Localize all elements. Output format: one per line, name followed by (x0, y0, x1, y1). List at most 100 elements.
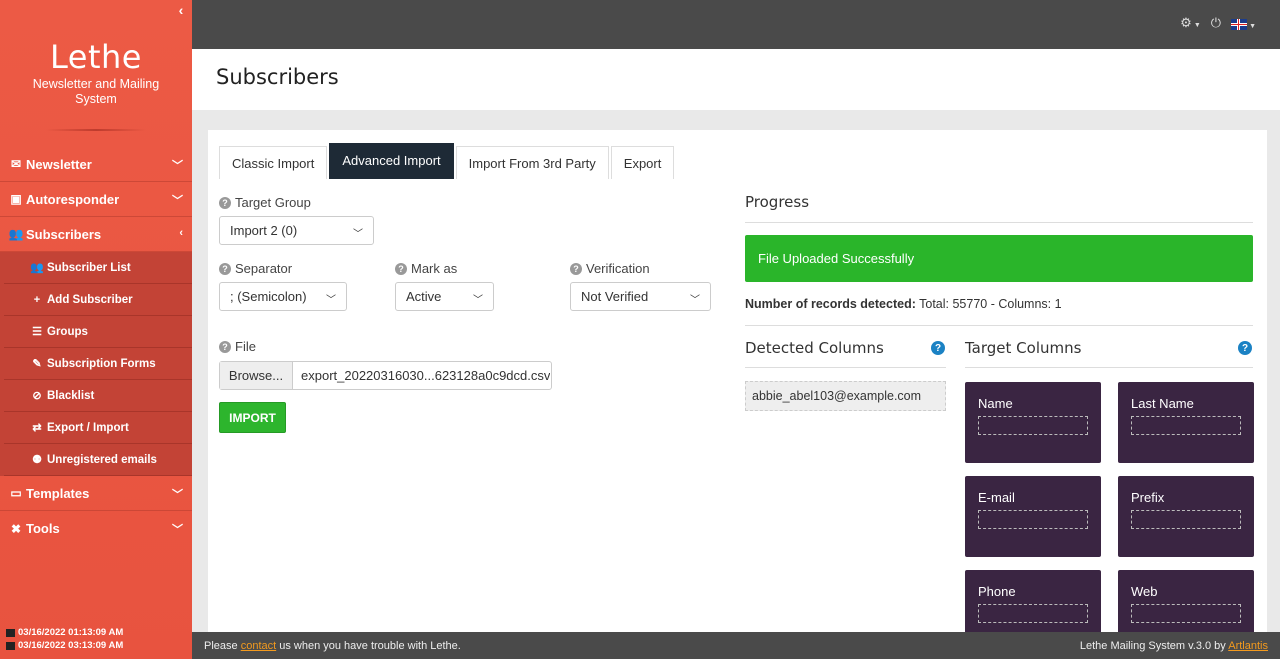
nav-item-label: Templates (26, 485, 90, 501)
records-value: Total: 55770 - Columns: 1 (919, 297, 1062, 311)
subnav-item-label: Blacklist (47, 389, 95, 402)
brand-subtitle: Newsletter and Mailing System (32, 77, 160, 106)
label-text: Target Group (235, 195, 311, 210)
brand-title: Lethe (50, 38, 142, 76)
target-column-label: Phone (978, 584, 1016, 599)
tab-import-3rd-party[interactable]: Import From 3rd Party (455, 146, 609, 179)
help-icon[interactable]: ? (570, 262, 582, 275)
separator-label: ? Separator (219, 261, 292, 276)
subnav-item-label: Subscription Forms (47, 357, 156, 370)
uk-flag-icon (1231, 18, 1248, 30)
brand-divider (46, 129, 146, 131)
chevron-down-icon: ﹀ (690, 295, 700, 306)
help-icon[interactable]: ? (931, 341, 945, 355)
drop-zone[interactable] (1131, 510, 1241, 529)
drop-zone[interactable] (1131, 416, 1241, 435)
target-group-label: ? Target Group (219, 195, 311, 210)
nav-item-newsletter[interactable]: ✉ Newsletter ﹀ (0, 147, 192, 182)
nav-item-subscribers[interactable]: 👥 Subscribers ‹ (0, 217, 192, 252)
select-value: Import 2 (0) (230, 223, 298, 238)
target-group-select[interactable]: Import 2 (0) ﹀ (219, 216, 374, 245)
detected-columns-title: Detected Columns (745, 339, 884, 357)
chevron-down-icon: ﹀ (326, 295, 336, 306)
envelope-icon (6, 641, 15, 650)
help-icon[interactable]: ? (219, 262, 231, 275)
nav-item-tools[interactable]: ✖ Tools ﹀ (0, 511, 192, 546)
subnav-item-subscription-forms[interactable]: ✎ Subscription Forms (4, 348, 192, 380)
label-text: Mark as (411, 261, 458, 276)
subscribers-subnav: 👥 Subscriber List + Add Subscriber ☰ Gro… (0, 252, 192, 476)
plus-icon: + (33, 293, 41, 306)
subnav-item-groups[interactable]: ☰ Groups (4, 316, 192, 348)
mark-as-select[interactable]: Active ﹀ (395, 282, 494, 311)
verification-select[interactable]: Not Verified ﹀ (570, 282, 711, 311)
chevron-down-icon: ﹀ (172, 524, 183, 536)
target-column-web: Web (1118, 570, 1254, 640)
server-time-row: 03/16/2022 01:13:09 AM (6, 626, 123, 639)
tab-classic-import[interactable]: Classic Import (219, 146, 328, 179)
label-text: Separator (235, 261, 293, 276)
detected-column-item[interactable]: abbie_abel103@example.com (745, 381, 946, 411)
drop-zone[interactable] (978, 416, 1088, 435)
subnav-item-blacklist[interactable]: ⊘ Blacklist (4, 380, 192, 412)
exchange-icon: ⇄ (32, 422, 42, 434)
brand: Lethe Newsletter and Mailing System (0, 0, 192, 131)
power-icon[interactable]: ⏻ (1211, 15, 1221, 31)
chevron-down-icon: ﹀ (172, 489, 183, 501)
robot-icon: ▣ (10, 192, 22, 206)
nav-item-label: Tools (26, 521, 60, 536)
subnav-item-export-import[interactable]: ⇄ Export / Import (4, 412, 192, 444)
subnav-item-label: Groups (47, 325, 88, 338)
help-icon[interactable]: ? (395, 262, 407, 275)
artlantis-link[interactable]: Artlantis (1228, 640, 1268, 652)
help-icon[interactable]: ? (219, 196, 231, 209)
language-menu[interactable]: ▼ (1231, 16, 1256, 31)
chevron-left-icon: ‹ (179, 227, 183, 239)
footer-right: Lethe Mailing System v.3.0 by Artlantis (1080, 640, 1268, 652)
target-column-label: Name (978, 396, 1013, 411)
caret-down-icon: ▼ (1193, 22, 1201, 29)
tab-advanced-import[interactable]: Advanced Import (329, 143, 454, 179)
target-columns-title: Target Columns (965, 339, 1082, 357)
user-slash-icon: ⚉ (32, 454, 42, 466)
file-input[interactable]: Browse... export_20220316030...623128a0c… (219, 361, 552, 390)
import-button[interactable]: IMPORT (219, 402, 286, 433)
gear-icon: ⚙ (1180, 15, 1192, 30)
users-icon: 👥 (30, 262, 44, 274)
browse-button[interactable]: Browse... (220, 362, 293, 389)
footer-text: us when you have trouble with Lethe. (279, 639, 461, 652)
file-name: export_20220316030...623128a0c9dcd.csv (301, 368, 551, 383)
contact-link[interactable]: contact (241, 640, 276, 652)
target-column-phone: Phone (965, 570, 1101, 640)
drop-zone[interactable] (978, 604, 1088, 623)
target-column-prefix: Prefix (1118, 476, 1254, 557)
users-icon: 👥 (8, 227, 24, 241)
nav-item-autoresponder[interactable]: ▣ Autoresponder ﹀ (0, 182, 192, 217)
subnav-item-add-subscriber[interactable]: + Add Subscriber (4, 284, 192, 316)
tab-export[interactable]: Export (610, 146, 675, 179)
drop-zone[interactable] (978, 510, 1088, 529)
help-icon[interactable]: ? (1238, 341, 1252, 355)
separator-select[interactable]: ; (Semicolon) ﹀ (219, 282, 347, 311)
tabs: Classic Import Advanced Import Import Fr… (219, 143, 676, 179)
chevron-down-icon: ﹀ (172, 160, 183, 172)
subnav-item-unregistered-emails[interactable]: ⚉ Unregistered emails (4, 444, 192, 476)
nav-item-label: Subscribers (26, 226, 102, 242)
mail-time: 03/16/2022 03:13:09 AM (18, 640, 124, 651)
topbar-icons: ⚙ ▼ ⏻ ▼ (1180, 15, 1256, 31)
subnav-item-subscriber-list[interactable]: 👥 Subscriber List (4, 252, 192, 284)
settings-menu[interactable]: ⚙ ▼ (1180, 15, 1201, 31)
footer-version: Lethe Mailing System v.3.0 by (1079, 639, 1226, 652)
help-icon[interactable]: ? (219, 340, 231, 353)
divider (745, 222, 1253, 223)
sidebar-collapse-icon[interactable]: ‹ (174, 2, 188, 18)
select-value: ; (Semicolon) (230, 289, 307, 304)
drop-zone[interactable] (1131, 604, 1241, 623)
select-value: Active (406, 289, 442, 304)
progress-title: Progress (745, 193, 810, 211)
page-header: Subscribers (192, 49, 1280, 110)
import-card: Classic Import Advanced Import Import Fr… (208, 130, 1267, 640)
tools-icon: ✖ (10, 521, 22, 536)
nav-item-templates[interactable]: ▭ Templates ﹀ (0, 476, 192, 511)
subnav-item-label: Subscriber List (47, 261, 131, 274)
